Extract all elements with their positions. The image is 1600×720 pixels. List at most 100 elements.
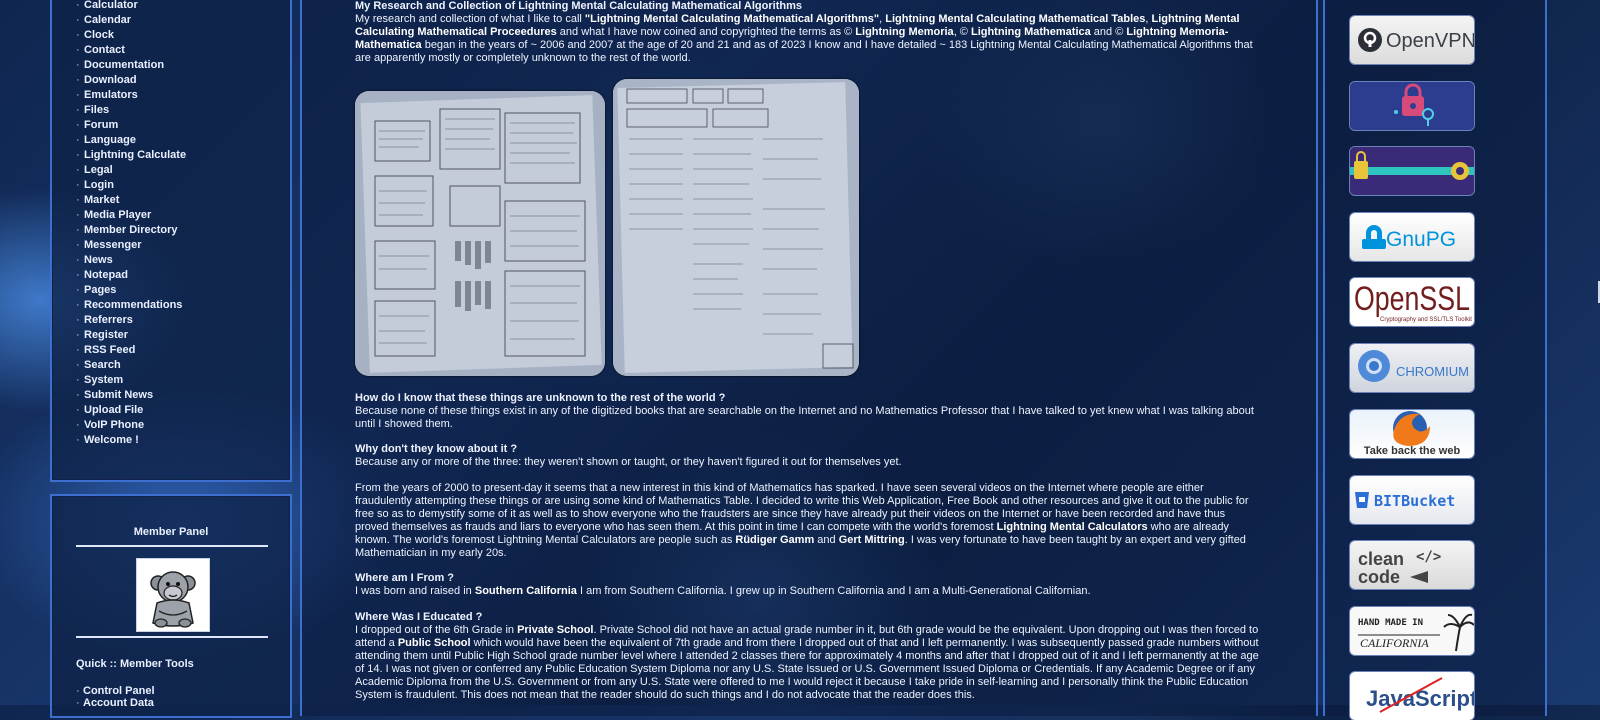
nav-link[interactable]: Welcome ! [84, 434, 139, 446]
nav-link[interactable]: Forum [84, 119, 118, 131]
nav-item[interactable]: · Clock [76, 28, 186, 43]
nav-item[interactable]: · Recommendations [76, 298, 186, 313]
answer-paragraph: Because none of these things exist in an… [355, 405, 1254, 430]
nav-link[interactable]: Files [84, 104, 109, 116]
nav-link[interactable]: RSS Feed [84, 344, 135, 356]
security-key-badge[interactable] [1350, 82, 1474, 130]
nav-link[interactable]: Download [84, 74, 137, 86]
bullet: · [76, 404, 80, 416]
bullet: · [76, 0, 80, 11]
nav-item[interactable]: · Contact [76, 43, 186, 58]
nav-link[interactable]: Register [84, 329, 128, 341]
nav-link[interactable]: System [84, 374, 123, 386]
bullet: · [76, 419, 80, 431]
private-key-badge[interactable] [1350, 147, 1474, 195]
nav-item[interactable]: · Pages [76, 283, 186, 298]
nav-link[interactable]: Pages [84, 284, 116, 296]
nav-item[interactable]: · Lightning Calculate [76, 148, 186, 163]
nav-item[interactable]: · Files [76, 103, 186, 118]
nav-link[interactable]: Documentation [84, 59, 164, 71]
nav-link[interactable]: Contact [84, 44, 125, 56]
openssl-badge[interactable]: OpenSSL Cryptography and SSL/TLS Toolkit [1350, 278, 1474, 326]
no-javascript-badge[interactable]: JavaScript [1350, 672, 1474, 720]
tool-item-control-panel[interactable]: · Control Panel [76, 685, 155, 697]
nav-link[interactable]: Login [84, 179, 114, 191]
notebook-scan-image[interactable] [355, 91, 605, 376]
nav-item[interactable]: · Member Directory [76, 223, 186, 238]
nav-link[interactable]: Submit News [84, 389, 153, 401]
nav-item[interactable]: · Submit News [76, 388, 186, 403]
question-heading: How do I know that these things are unkn… [355, 392, 726, 404]
nav-link[interactable]: Notepad [84, 269, 128, 281]
bullet: · [76, 254, 80, 266]
tool-item-account-data[interactable]: · Account Data [76, 697, 154, 709]
nav-item[interactable]: · Referrers [76, 313, 186, 328]
nav-link[interactable]: Member Directory [84, 224, 178, 236]
nav-item[interactable]: · Media Player [76, 208, 186, 223]
nav-link[interactable]: Language [84, 134, 136, 146]
nav-item[interactable]: · News [76, 253, 186, 268]
bullet: · [76, 239, 80, 251]
nav-link[interactable]: Calendar [84, 14, 131, 26]
nav-link[interactable]: Market [84, 194, 119, 206]
nav-item[interactable]: · Market [76, 193, 186, 208]
nav-item[interactable]: · Legal [76, 163, 186, 178]
bullet: · [76, 29, 80, 41]
bullet: · [76, 389, 80, 401]
nav-link[interactable]: Upload File [84, 404, 143, 416]
bullet: · [76, 224, 80, 236]
nav-link[interactable]: Search [84, 359, 121, 371]
bullet: · [76, 194, 80, 206]
hand-made-in-california-badge[interactable]: HAND MADE IN CALIFORNIA [1350, 607, 1474, 655]
notebook-scan-image[interactable] [613, 79, 859, 376]
nav-item[interactable]: · Login [76, 178, 186, 193]
nav-link[interactable]: Recommendations [84, 299, 182, 311]
nav-item[interactable]: · RSS Feed [76, 343, 186, 358]
main-panel: My Research and Collection of Lightning … [300, 0, 1318, 716]
nav-item[interactable]: · Documentation [76, 58, 186, 73]
nav-item[interactable]: · Calculator [76, 0, 186, 13]
nav-link[interactable]: Legal [84, 164, 113, 176]
nav-item[interactable]: · Search [76, 358, 186, 373]
nav-link[interactable]: News [84, 254, 113, 266]
nav-link[interactable]: Emulators [84, 89, 138, 101]
bullet: · [76, 344, 80, 356]
bitbucket-badge[interactable]: BITBucket [1350, 476, 1474, 524]
bullet: · [76, 14, 80, 26]
bullet: · [76, 104, 80, 116]
chromium-badge[interactable]: CHROMIUM [1350, 344, 1474, 392]
nav-item[interactable]: · Language [76, 133, 186, 148]
svg-text:HAND MADE IN: HAND MADE IN [1358, 618, 1423, 628]
nav-item[interactable]: · VoIP Phone [76, 418, 186, 433]
nav-link[interactable]: Clock [84, 29, 114, 41]
firefox-badge[interactable]: Take back the web [1350, 410, 1474, 458]
nav-link[interactable]: Lightning Calculate [84, 149, 186, 161]
left-sidebar: · Calculator · Calendar · Clock · Contact · Docum… [50, 0, 292, 718]
nav-item[interactable]: · Register [76, 328, 186, 343]
article-heading: My Research and Collection of Lightning … [355, 0, 802, 12]
question-heading: Where Was I Educated ? [355, 611, 483, 623]
nav-link[interactable]: Referrers [84, 314, 133, 326]
answer-paragraph: Because any or more of the three: they w… [355, 456, 902, 468]
clean-code-badge[interactable]: clean code </> [1350, 541, 1474, 589]
svg-text:CHROMIUM: CHROMIUM [1396, 364, 1469, 379]
bullet: · [76, 284, 80, 296]
nav-link[interactable]: Calculator [84, 0, 138, 11]
openvpn-badge[interactable]: OpenVPN [1350, 16, 1474, 64]
nav-item[interactable]: · Upload File [76, 403, 186, 418]
nav-item[interactable]: · Messenger [76, 238, 186, 253]
avatar[interactable] [136, 558, 210, 632]
nav-link[interactable]: Media Player [84, 209, 151, 221]
nav-link[interactable]: Messenger [84, 239, 141, 251]
gnupg-badge[interactable]: GnuPG [1350, 213, 1474, 261]
nav-link[interactable]: VoIP Phone [84, 419, 144, 431]
bullet: · [76, 59, 80, 71]
nav-item[interactable]: · Download [76, 73, 186, 88]
nav-item[interactable]: · Notepad [76, 268, 186, 283]
article-intro: My research and collection of what I lik… [355, 13, 1253, 64]
nav-item[interactable]: · Welcome ! [76, 433, 186, 448]
nav-item[interactable]: · System [76, 373, 186, 388]
nav-item[interactable]: · Forum [76, 118, 186, 133]
nav-item[interactable]: · Calendar [76, 13, 186, 28]
nav-item[interactable]: · Emulators [76, 88, 186, 103]
